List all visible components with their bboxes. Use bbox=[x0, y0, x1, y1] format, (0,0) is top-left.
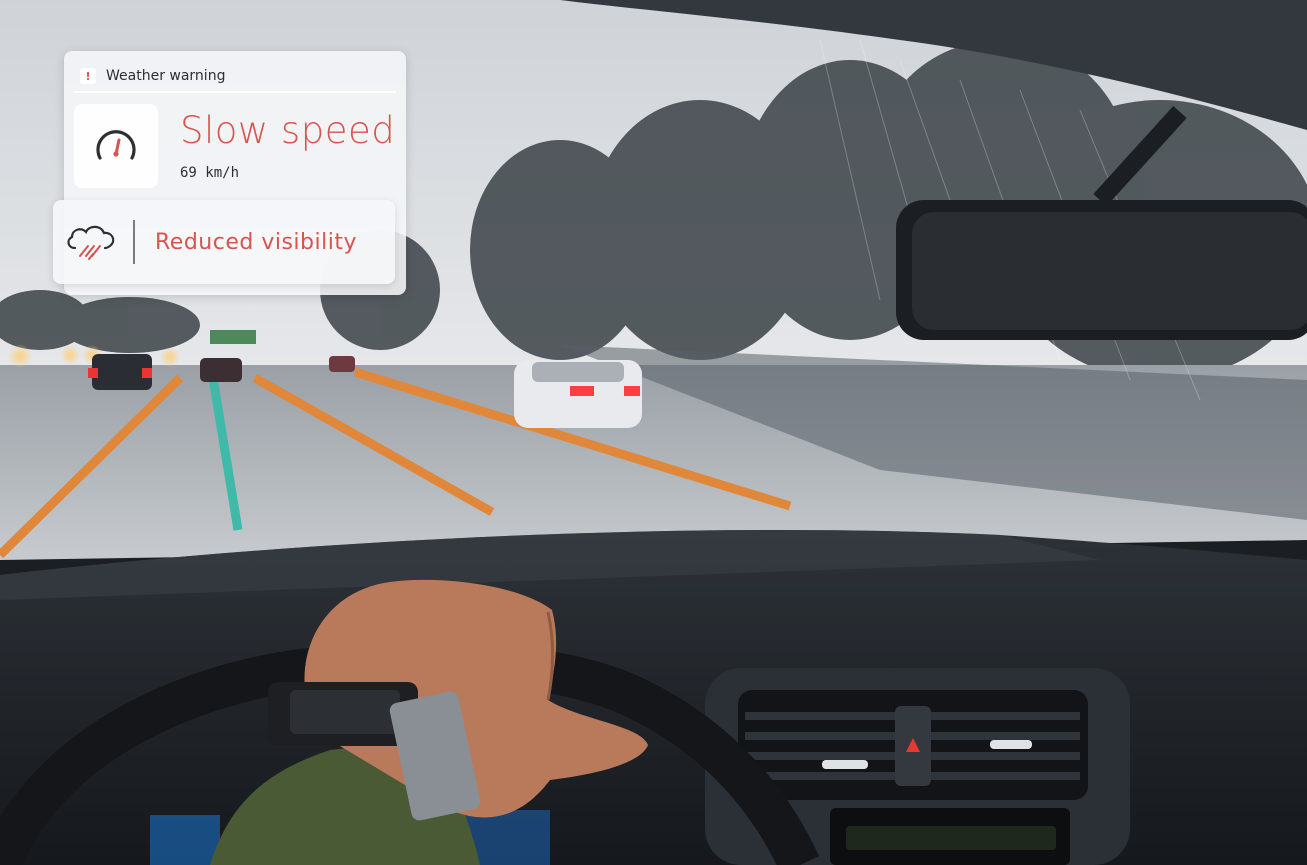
current-speed-value: 69 km/h bbox=[180, 165, 240, 181]
warning-title: Weather warning bbox=[106, 68, 226, 84]
visibility-warning-card: Reduced visibility bbox=[53, 200, 395, 284]
speed-warning-text: Slow speed bbox=[180, 109, 396, 152]
cloud-rain-icon bbox=[63, 217, 119, 267]
alert-icon: ! bbox=[80, 68, 96, 84]
warning-header: ! Weather warning bbox=[74, 61, 396, 93]
windshield-view: ! Weather warning Slow speed 69 km/h Red… bbox=[0, 0, 1307, 865]
visibility-warning-text: Reduced visibility bbox=[155, 229, 357, 255]
divider bbox=[133, 220, 135, 264]
speedometer-icon bbox=[74, 104, 158, 188]
